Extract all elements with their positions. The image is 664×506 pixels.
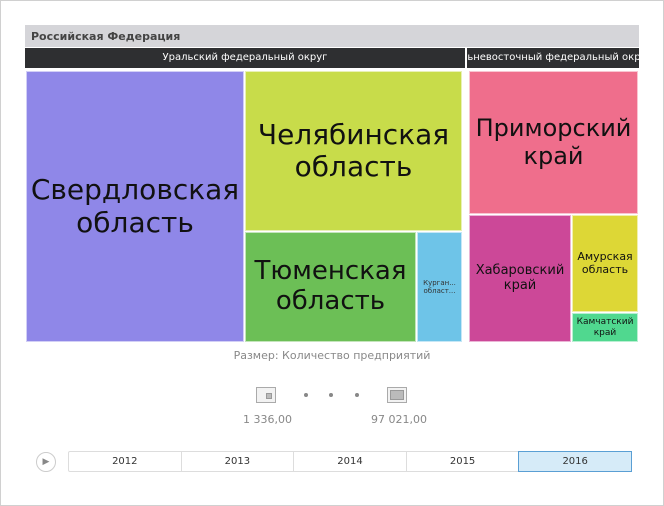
tile-tyumen[interactable]: Тюменская область bbox=[245, 232, 416, 342]
treemap-root-header[interactable]: Российская Федерация bbox=[25, 25, 639, 47]
timeline-year-2014[interactable]: 2014 bbox=[294, 452, 407, 471]
size-max-value: 97 021,00 bbox=[371, 413, 427, 426]
timeline-year-2015[interactable]: 2015 bbox=[407, 452, 520, 471]
size-max-icon bbox=[387, 387, 407, 403]
tile-kamchatka[interactable]: Камчатский край bbox=[572, 313, 638, 342]
size-legend-title: Размер: Количество предприятий bbox=[233, 349, 431, 362]
tile-khabarovsk[interactable]: Хабаровский край bbox=[469, 215, 571, 342]
timeline: 2012 2013 2014 2015 2016 bbox=[68, 451, 632, 472]
legend-dot bbox=[329, 393, 333, 397]
tile-amur[interactable]: Амурская область bbox=[572, 215, 638, 312]
size-min-value: 1 336,00 bbox=[243, 413, 292, 426]
legend-dot bbox=[304, 393, 308, 397]
timeline-year-2013[interactable]: 2013 bbox=[182, 452, 295, 471]
tile-chelyabinsk[interactable]: Челябинская область bbox=[245, 71, 462, 231]
group-header-ural[interactable]: Уральский федеральный округ bbox=[25, 48, 465, 68]
play-icon[interactable]: ▶ bbox=[36, 452, 56, 472]
legend-dot bbox=[355, 393, 359, 397]
tile-kurgan[interactable]: Курган... област... bbox=[417, 232, 462, 342]
tile-primorsky[interactable]: Приморский край bbox=[469, 71, 638, 214]
timeline-year-2016[interactable]: 2016 bbox=[518, 451, 632, 472]
timeline-year-2012[interactable]: 2012 bbox=[69, 452, 182, 471]
group-header-far-east[interactable]: Дальневосточный федеральный округ bbox=[467, 48, 639, 68]
tile-sverdlovsk[interactable]: Свердловская область bbox=[26, 71, 244, 342]
size-min-icon bbox=[256, 387, 276, 403]
